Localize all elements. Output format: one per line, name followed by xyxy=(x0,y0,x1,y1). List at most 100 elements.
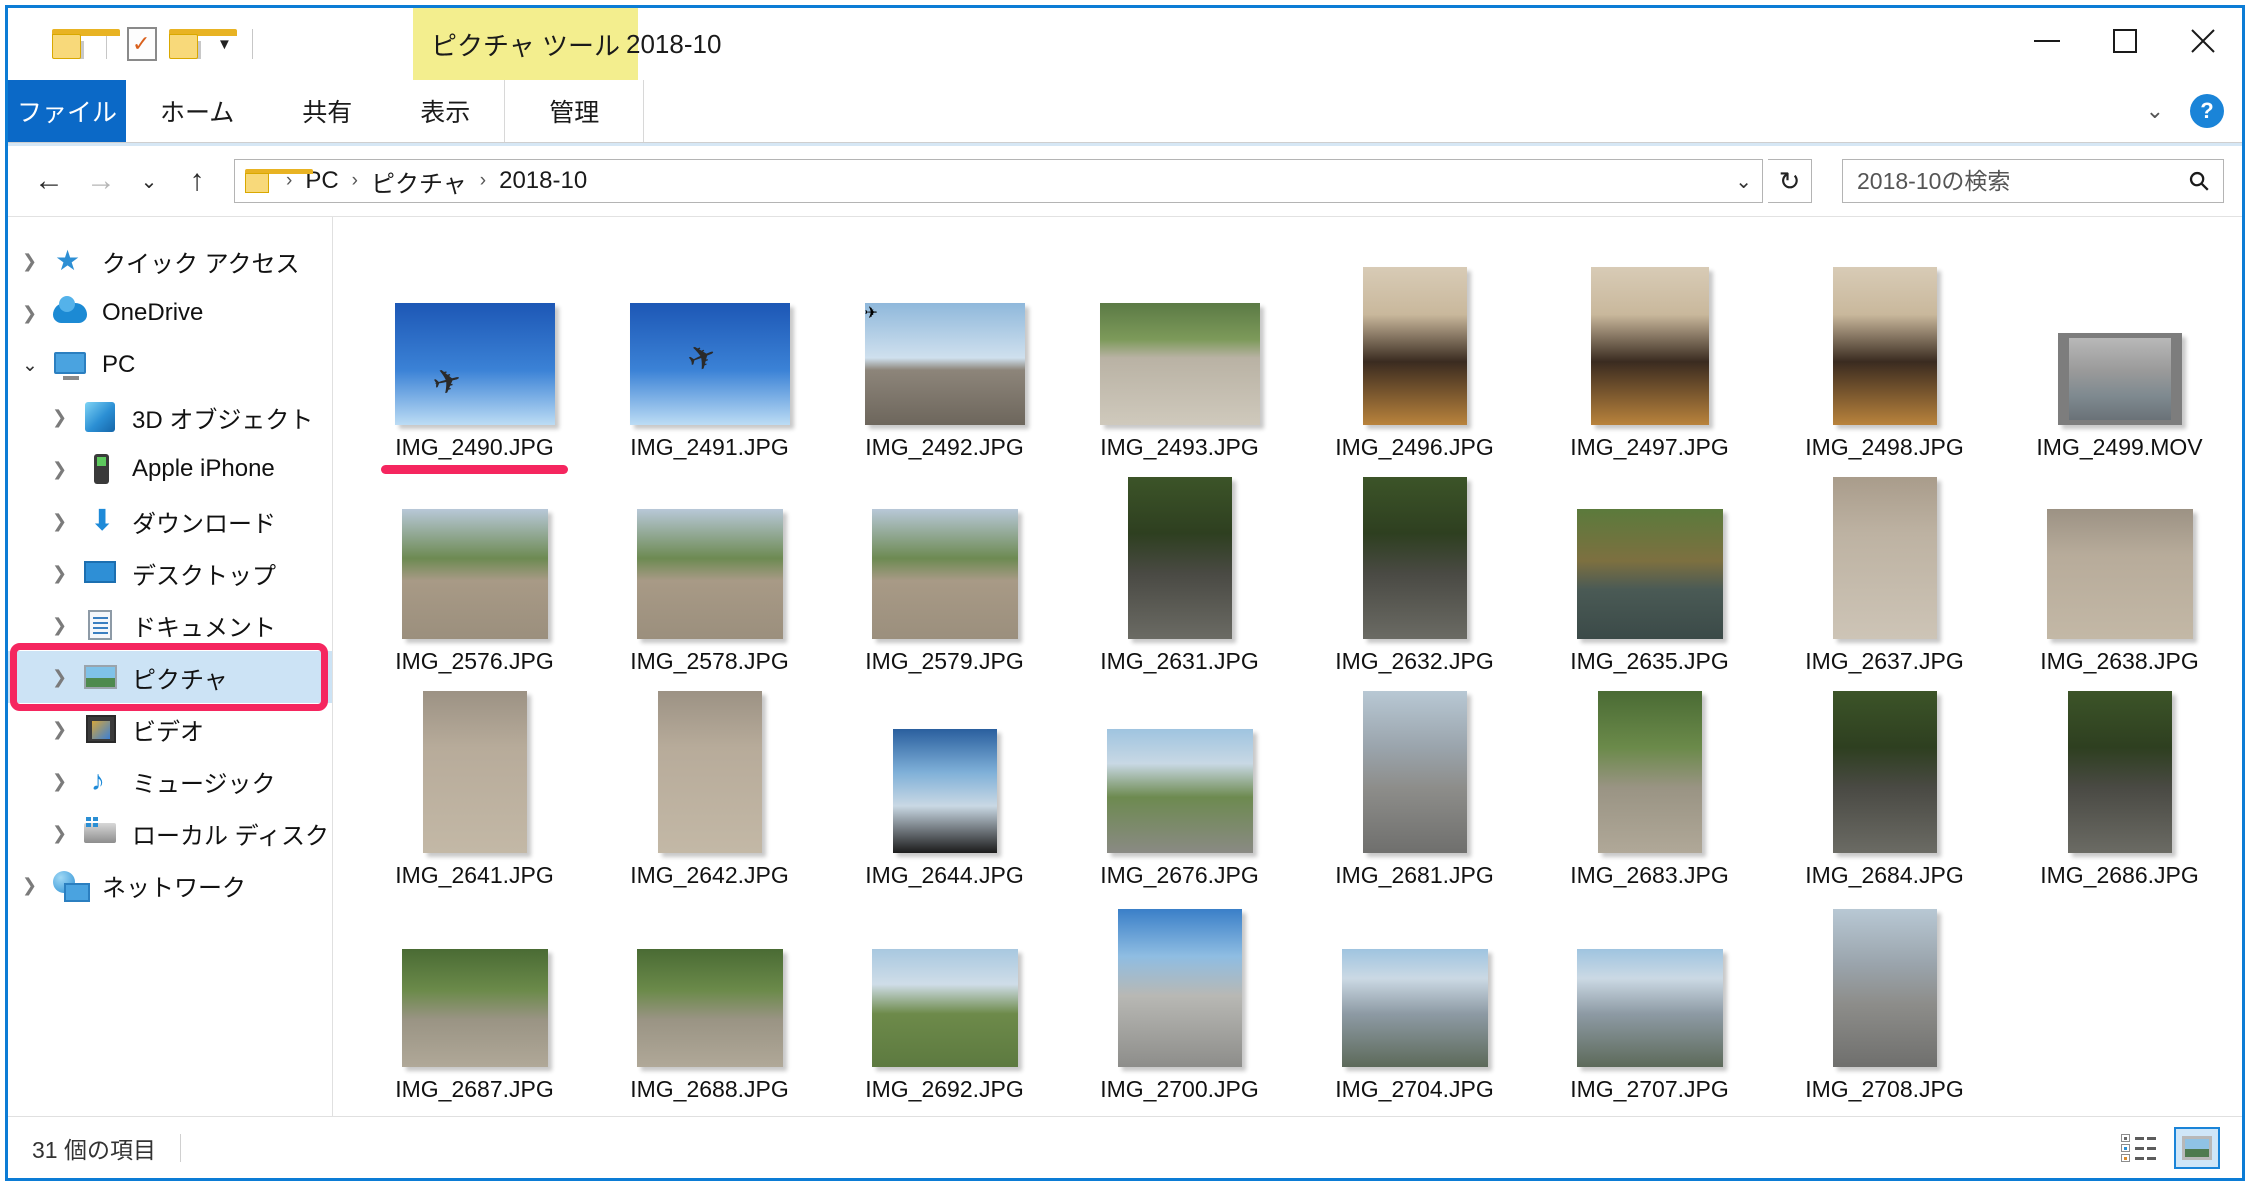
chevron-right-icon[interactable]: ❯ xyxy=(52,667,82,688)
image-thumbnail[interactable]: ✈ xyxy=(865,303,1025,425)
file-item[interactable]: IMG_2704.JPG xyxy=(1297,889,1532,1103)
chevron-right-icon[interactable]: ❯ xyxy=(52,615,82,636)
image-thumbnail[interactable] xyxy=(637,509,783,639)
chevron-right-icon[interactable]: ❯ xyxy=(52,407,82,428)
file-item[interactable]: IMG_2638.JPG xyxy=(2002,461,2237,675)
sidebar-item-10[interactable]: ❯♪ミュージック xyxy=(8,755,332,807)
tab-view[interactable]: 表示 xyxy=(386,80,504,142)
image-thumbnail[interactable]: ✈ xyxy=(630,303,790,425)
sidebar-item-4[interactable]: ❯Apple iPhone xyxy=(8,443,332,495)
file-item[interactable]: IMG_2493.JPG xyxy=(1062,247,1297,461)
file-item[interactable]: IMG_2576.JPG xyxy=(357,461,592,675)
sidebar-item-3[interactable]: ❯3D オブジェクト xyxy=(8,391,332,443)
new-folder-icon[interactable] xyxy=(52,29,86,59)
chevron-right-icon[interactable]: ❯ xyxy=(52,771,82,792)
chevron-right-icon[interactable]: ❯ xyxy=(22,303,52,324)
chevron-right-icon[interactable]: ❯ xyxy=(52,459,82,480)
image-thumbnail[interactable] xyxy=(637,949,783,1067)
file-item[interactable]: IMG_2579.JPG xyxy=(827,461,1062,675)
search-input[interactable] xyxy=(1857,168,2190,195)
file-item[interactable]: IMG_2631.JPG xyxy=(1062,461,1297,675)
minimize-button[interactable] xyxy=(2008,8,2086,74)
image-thumbnail[interactable] xyxy=(1833,691,1937,853)
forward-button[interactable]: → xyxy=(78,158,124,204)
image-thumbnail[interactable] xyxy=(658,691,762,853)
image-thumbnail[interactable] xyxy=(402,509,548,639)
file-item[interactable]: IMG_2644.JPG xyxy=(827,675,1062,889)
breadcrumb-item-current[interactable]: 2018-10 xyxy=(491,167,595,195)
chevron-down-icon[interactable]: ⌄ xyxy=(2146,98,2164,124)
file-item[interactable]: ✈IMG_2491.JPG xyxy=(592,247,827,461)
image-thumbnail[interactable] xyxy=(1598,691,1702,853)
file-item[interactable]: IMG_2498.JPG xyxy=(1767,247,2002,461)
image-thumbnail[interactable] xyxy=(1342,949,1488,1067)
chevron-down-icon[interactable]: ⌄ xyxy=(22,354,52,377)
image-thumbnail[interactable] xyxy=(1577,949,1723,1067)
chevron-right-icon[interactable]: ❯ xyxy=(22,875,52,896)
sidebar-item-8[interactable]: ❯ピクチャ xyxy=(8,651,332,703)
image-thumbnail[interactable] xyxy=(1363,267,1467,425)
large-icons-view-button[interactable] xyxy=(2174,1127,2220,1169)
file-item[interactable]: IMG_2578.JPG xyxy=(592,461,827,675)
sidebar-item-12[interactable]: ❯ネットワーク xyxy=(8,859,332,911)
image-thumbnail[interactable] xyxy=(2068,691,2172,853)
file-item[interactable]: IMG_2642.JPG xyxy=(592,675,827,889)
details-view-button[interactable] xyxy=(2116,1127,2162,1169)
tab-home[interactable]: ホーム xyxy=(126,80,268,142)
file-item[interactable]: ✈IMG_2490.JPG xyxy=(357,247,592,461)
image-thumbnail[interactable] xyxy=(423,691,527,853)
file-item[interactable]: IMG_2499.MOV xyxy=(2002,247,2237,461)
file-item[interactable]: IMG_2681.JPG xyxy=(1297,675,1532,889)
sidebar-item-5[interactable]: ❯⬇ダウンロード xyxy=(8,495,332,547)
file-item[interactable]: IMG_2676.JPG xyxy=(1062,675,1297,889)
tab-file[interactable]: ファイル xyxy=(8,80,126,142)
file-item[interactable]: IMG_2632.JPG xyxy=(1297,461,1532,675)
file-item[interactable]: IMG_2496.JPG xyxy=(1297,247,1532,461)
breadcrumb[interactable]: › PC › ピクチャ › 2018-10 ⌄ xyxy=(234,159,1763,203)
image-thumbnail[interactable] xyxy=(1128,477,1232,639)
sidebar-item-11[interactable]: ❯ローカル ディスク (C:) xyxy=(8,807,332,859)
help-icon[interactable]: ? xyxy=(2190,94,2224,128)
properties-icon[interactable]: ✓ xyxy=(127,27,157,61)
refresh-icon[interactable]: ↻ xyxy=(1768,159,1812,203)
folder-icon[interactable] xyxy=(169,29,203,59)
file-item[interactable]: IMG_2635.JPG xyxy=(1532,461,1767,675)
image-thumbnail[interactable] xyxy=(1363,691,1467,853)
maximize-button[interactable] xyxy=(2086,8,2164,74)
sidebar-item-2[interactable]: ⌄PC xyxy=(8,339,332,391)
recent-locations-icon[interactable]: ⌄ xyxy=(130,158,168,204)
file-item[interactable]: IMG_2707.JPG xyxy=(1532,889,1767,1103)
file-item[interactable]: ✈IMG_2492.JPG xyxy=(827,247,1062,461)
file-item[interactable]: IMG_2700.JPG xyxy=(1062,889,1297,1103)
sidebar-item-7[interactable]: ❯ドキュメント xyxy=(8,599,332,651)
image-thumbnail[interactable]: ✈ xyxy=(395,303,555,425)
close-button[interactable] xyxy=(2164,8,2242,74)
file-item[interactable]: IMG_2688.JPG xyxy=(592,889,827,1103)
chevron-right-icon[interactable]: ❯ xyxy=(52,511,82,532)
breadcrumb-item-pictures[interactable]: ピクチャ xyxy=(363,164,475,199)
file-item[interactable]: IMG_2686.JPG xyxy=(2002,675,2237,889)
image-thumbnail[interactable] xyxy=(2047,509,2193,639)
chevron-down-icon[interactable]: ▼ xyxy=(217,36,232,53)
up-button[interactable]: ↑ xyxy=(174,158,220,204)
image-thumbnail[interactable] xyxy=(1118,909,1242,1067)
file-item[interactable]: IMG_2637.JPG xyxy=(1767,461,2002,675)
file-item[interactable]: IMG_2497.JPG xyxy=(1532,247,1767,461)
chevron-right-icon[interactable]: ❯ xyxy=(52,563,82,584)
back-button[interactable]: ← xyxy=(26,158,72,204)
file-item[interactable]: IMG_2687.JPG xyxy=(357,889,592,1103)
image-thumbnail[interactable] xyxy=(1833,267,1937,425)
file-item[interactable]: IMG_2692.JPG xyxy=(827,889,1062,1103)
video-thumbnail[interactable] xyxy=(2058,333,2182,425)
image-thumbnail[interactable] xyxy=(872,509,1018,639)
file-item[interactable]: IMG_2684.JPG xyxy=(1767,675,2002,889)
tab-manage[interactable]: 管理 xyxy=(504,80,644,142)
image-thumbnail[interactable] xyxy=(1833,477,1937,639)
file-item[interactable]: IMG_2641.JPG xyxy=(357,675,592,889)
chevron-right-icon[interactable]: ❯ xyxy=(52,823,82,844)
image-thumbnail[interactable] xyxy=(1591,267,1709,425)
image-thumbnail[interactable] xyxy=(893,729,997,853)
chevron-right-icon[interactable]: ❯ xyxy=(22,251,52,272)
sidebar-item-1[interactable]: ❯OneDrive xyxy=(8,287,332,339)
image-thumbnail[interactable] xyxy=(872,949,1018,1067)
